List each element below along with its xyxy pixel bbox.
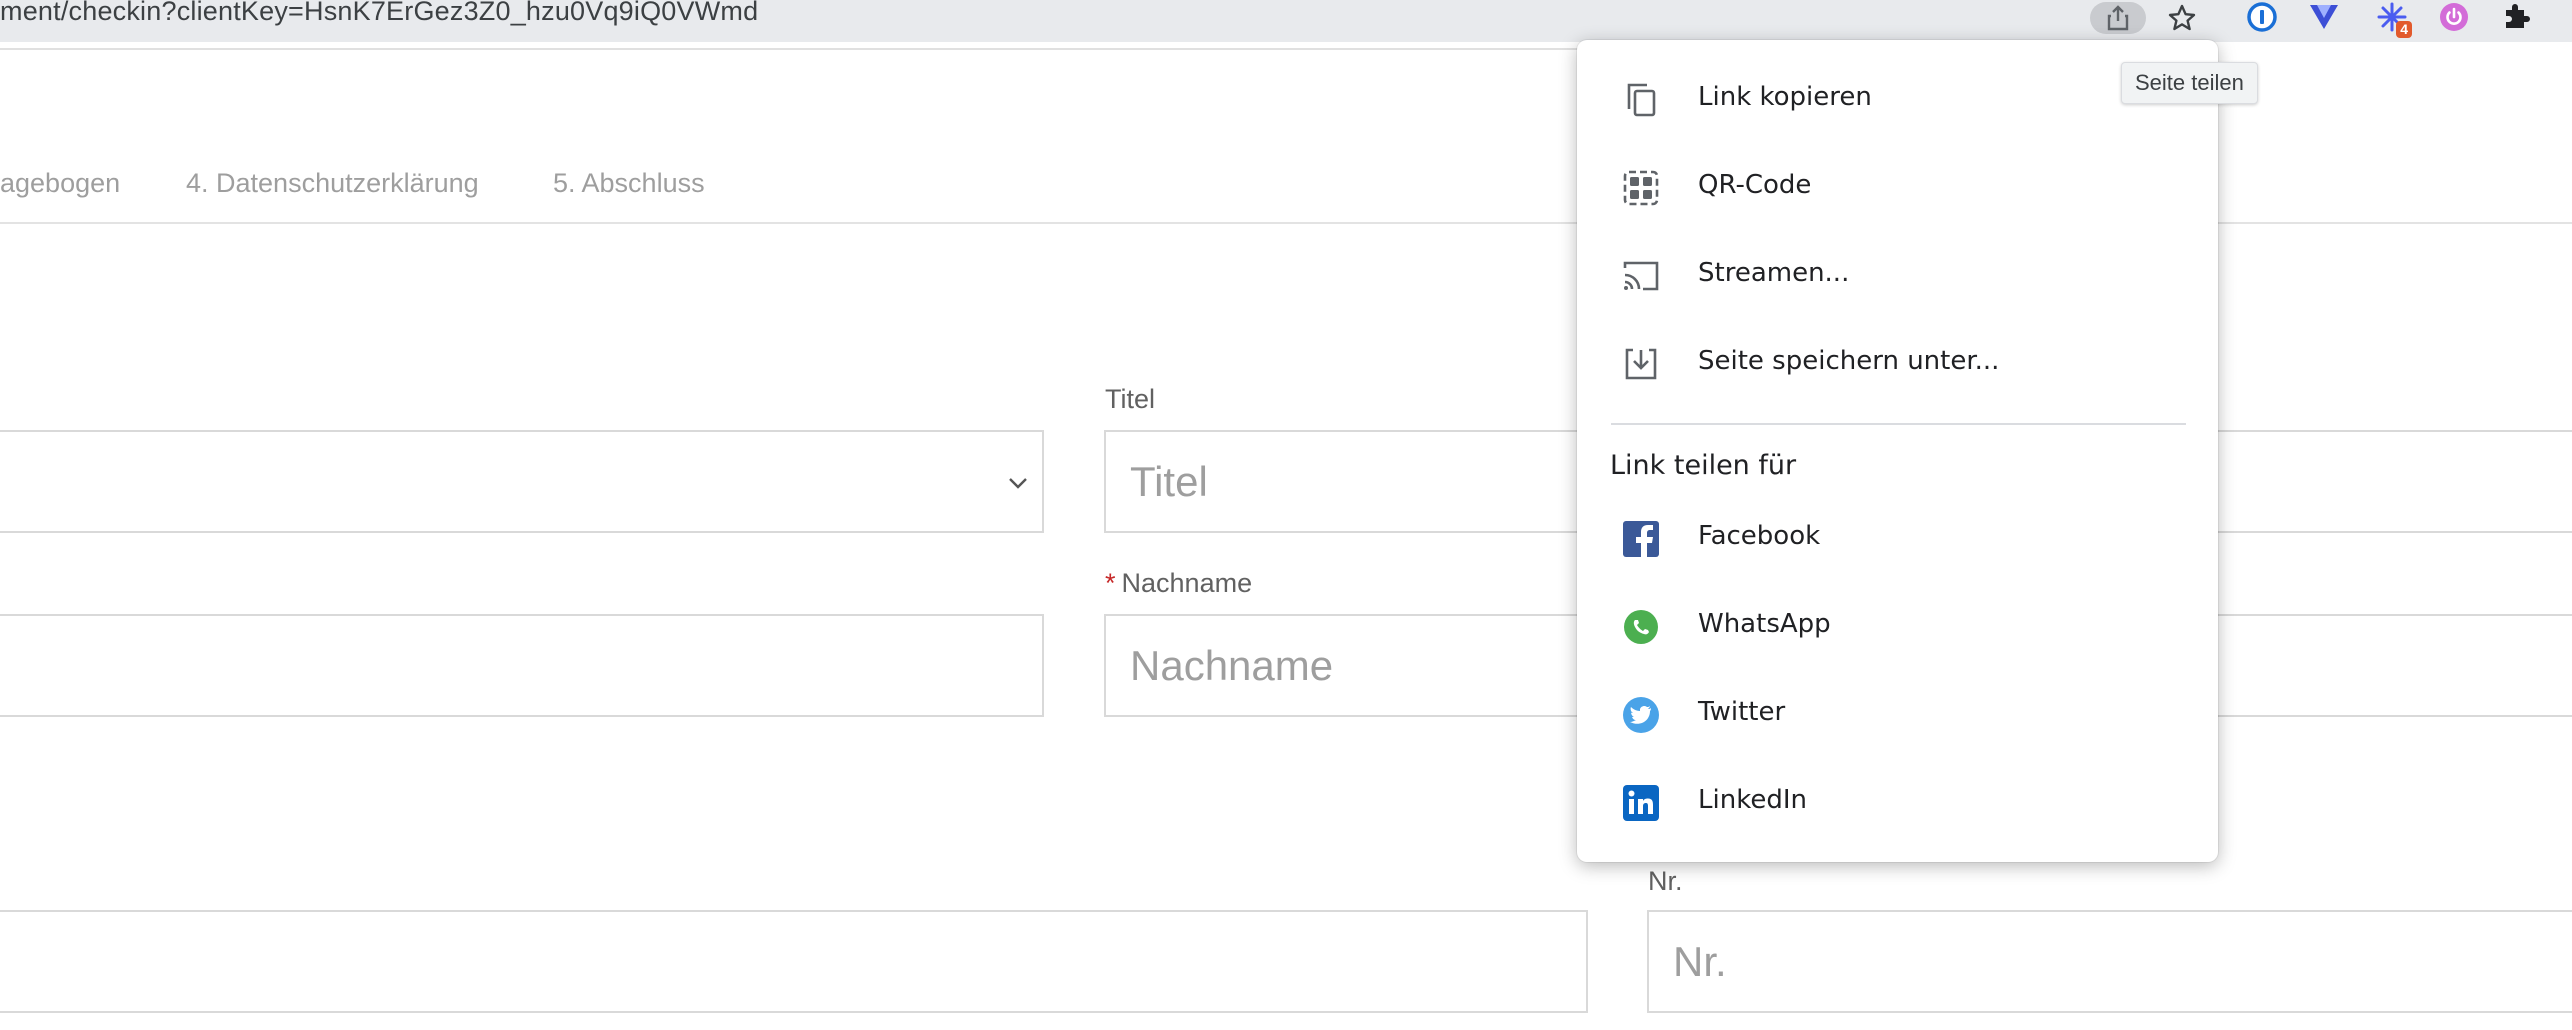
menu-item-label: Streamen... — [1698, 258, 1850, 288]
browser-toolbar: ment/checkin?clientKey=HsnK7ErGez3Z0_hzu… — [0, 0, 2572, 42]
menu-item-whatsapp[interactable]: WhatsApp — [1577, 585, 2218, 665]
menu-item-qr-code[interactable]: QR-Code — [1577, 146, 2218, 226]
puzzle-icon — [2506, 4, 2530, 28]
chevron-down-icon — [1008, 466, 1028, 497]
cast-icon — [1623, 261, 1659, 291]
step-questionnaire[interactable]: agebogen — [0, 168, 120, 199]
bookmark-star-button[interactable] — [2154, 2, 2210, 34]
share-tooltip: Seite teilen — [2121, 62, 2258, 104]
save-page-icon — [1625, 348, 1657, 380]
password-manager-icon — [2247, 2, 2277, 32]
qr-code-icon — [1623, 170, 1659, 206]
title-label: Titel — [1105, 384, 1156, 414]
step-privacy-policy[interactable]: 4. Datenschutzerklärung — [186, 168, 479, 199]
page-top-border — [0, 48, 1580, 50]
menu-item-save-page[interactable]: Seite speichern unter... — [1577, 322, 2218, 402]
extension-badge: 4 — [2396, 21, 2412, 38]
menu-item-label: Seite speichern unter... — [1698, 346, 2000, 376]
arrow-logo-icon — [2310, 5, 2338, 29]
power-icon — [2440, 3, 2468, 31]
menu-item-label: Twitter — [1698, 697, 1786, 727]
whatsapp-icon — [1624, 610, 1658, 644]
menu-item-cast[interactable]: Streamen... — [1577, 234, 2218, 314]
nr-label: Nr. — [1648, 866, 1683, 896]
menu-item-label: LinkedIn — [1698, 785, 1807, 815]
twitter-icon — [1623, 697, 1659, 733]
star-icon — [2168, 4, 2196, 31]
menu-item-label: Facebook — [1698, 521, 1821, 551]
required-marker: * — [1105, 568, 1116, 598]
menu-item-facebook[interactable]: Facebook — [1577, 497, 2218, 577]
power-extension[interactable] — [2432, 0, 2476, 34]
menu-item-linkedin[interactable]: LinkedIn — [1577, 761, 2218, 841]
firstname-input[interactable] — [0, 614, 1044, 717]
menu-item-twitter[interactable]: Twitter — [1577, 673, 2218, 753]
menu-item-label: QR-Code — [1698, 170, 1812, 200]
share-icon — [2107, 5, 2129, 31]
linkedin-icon — [1623, 785, 1659, 821]
share-menu: Link kopieren QR-Code Streamen... Seite … — [1577, 40, 2218, 862]
lastname-label-text: Nachname — [1121, 568, 1253, 598]
spark-extension[interactable]: 4 — [2370, 0, 2414, 38]
lastname-label: * Nachname — [1105, 568, 1252, 599]
password-manager-extension[interactable] — [2240, 0, 2284, 34]
share-page-button[interactable] — [2090, 2, 2146, 34]
nr-input[interactable] — [1647, 910, 2572, 1013]
address-bar-url[interactable]: ment/checkin?clientKey=HsnK7ErGez3Z0_hzu… — [0, 0, 758, 27]
facebook-icon — [1623, 521, 1659, 557]
vpn-extension[interactable] — [2302, 0, 2346, 34]
share-link-heading: Link teilen für — [1610, 450, 1797, 481]
extensions-menu-button[interactable] — [2494, 0, 2538, 34]
menu-divider — [1611, 423, 2186, 425]
menu-item-label: WhatsApp — [1698, 609, 1831, 639]
street-input[interactable] — [0, 910, 1588, 1013]
copy-icon — [1627, 83, 1656, 117]
salutation-select[interactable] — [0, 430, 1044, 533]
menu-item-label: Link kopieren — [1698, 82, 1872, 112]
step-completion[interactable]: 5. Abschluss — [553, 168, 705, 199]
